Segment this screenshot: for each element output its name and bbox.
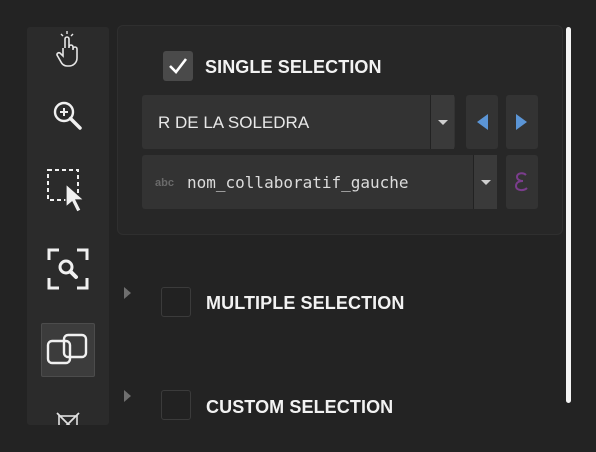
selection-arrow-icon [47,169,86,213]
field-dropdown-arrow[interactable] [473,155,497,209]
pointer-hand-icon [56,31,78,67]
zoom-icon [53,101,82,130]
linked-selection-icon [46,333,88,365]
custom-selection-label: CUSTOM SELECTION [206,397,394,417]
zoom-button[interactable] [41,89,95,143]
field-dropdown[interactable]: abc nom_collaboratif_gauche [142,155,497,209]
expand-toggle-multiple[interactable] [124,287,131,299]
value-dropdown[interactable]: R DE LA SOLEDRA [142,95,455,149]
field-dropdown-text: nom_collaboratif_gauche [187,173,409,192]
expand-toggle-custom[interactable] [124,390,131,402]
pointer-hand-button[interactable] [41,27,95,77]
clear-selection-button[interactable] [41,396,95,425]
chevron-down-icon [480,179,491,185]
vertical-scrollbar[interactable] [566,27,571,403]
value-dropdown-text: R DE LA SOLEDRA [158,113,310,132]
custom-selection-checkbox[interactable] [161,390,191,420]
multiple-selection-checkbox[interactable] [161,287,191,317]
multiple-selection-label: MULTIPLE SELECTION [206,293,405,313]
select-by-rectangle-button[interactable] [41,163,95,217]
next-feature-button[interactable] [506,95,538,149]
arrow-left-icon [477,114,488,130]
value-dropdown-arrow[interactable] [430,95,454,149]
chevron-down-icon [437,119,448,125]
linked-selection-button[interactable] [41,323,95,377]
single-selection-checkbox[interactable] [163,51,193,81]
zoom-to-selection-icon [47,248,89,290]
expression-epsilon-icon [514,172,528,192]
single-selection-label: SINGLE SELECTION [205,57,382,77]
single-selection-panel: SINGLE SELECTION R DE LA SOLEDRA abc nom… [117,25,563,235]
expression-button[interactable] [506,155,538,209]
tool-bar [27,27,109,425]
clear-selection-icon [56,412,80,425]
checkmark-icon [169,58,188,74]
previous-feature-button[interactable] [466,95,498,149]
arrow-right-icon [516,114,527,130]
zoom-to-selection-button[interactable] [41,242,95,296]
field-type-badge: abc [155,177,174,189]
